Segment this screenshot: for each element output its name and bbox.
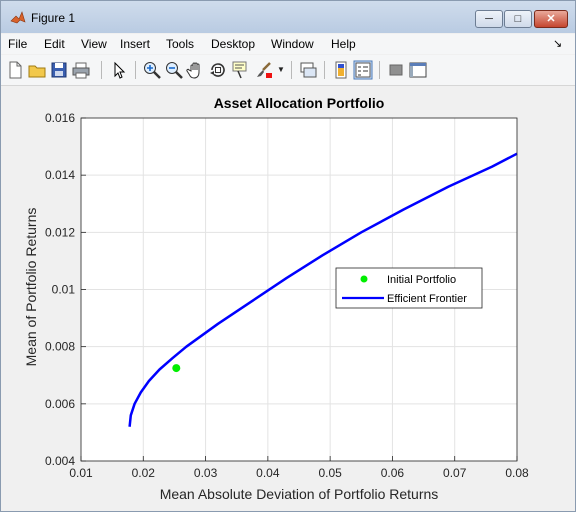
data-cursor-icon[interactable]	[230, 60, 250, 80]
insert-colorbar-icon[interactable]	[331, 60, 351, 80]
chart-title: Asset Allocation Portfolio	[214, 95, 385, 111]
menu-tools[interactable]: Tools	[166, 37, 194, 51]
toolbar-separator	[101, 61, 102, 79]
y-tick-label: 0.01	[52, 283, 76, 297]
legend-label-initial-portfolio: Initial Portfolio	[387, 274, 456, 286]
minimize-button[interactable]: ─	[475, 10, 503, 28]
legend-label-efficient-frontier: Efficient Frontier	[387, 293, 467, 305]
new-figure-icon[interactable]	[5, 60, 25, 80]
matlab-icon	[10, 11, 26, 24]
pan-hand-icon[interactable]	[186, 60, 206, 80]
x-tick-label: 0.08	[505, 466, 529, 480]
close-icon: ✕	[546, 13, 556, 25]
menu-bar: File Edit View Insert Tools Desktop Wind…	[1, 34, 575, 54]
show-plot-tools-icon[interactable]	[408, 60, 428, 80]
toolbar-separator	[291, 61, 292, 79]
dock-figure-icon[interactable]: ↘	[553, 37, 562, 50]
y-tick-label: 0.016	[45, 111, 75, 125]
y-tick-label: 0.006	[45, 397, 75, 411]
x-tick-label: 0.07	[443, 466, 467, 480]
link-plot-icon[interactable]	[298, 60, 318, 80]
x-tick-label: 0.05	[318, 466, 342, 480]
toolbar-separator	[324, 61, 325, 79]
initial-portfolio-point	[172, 364, 181, 373]
y-axis-label: Mean of Portfolio Returns	[23, 208, 39, 367]
menu-view[interactable]: View	[81, 37, 107, 51]
open-file-icon[interactable]	[27, 60, 47, 80]
x-tick-label: 0.02	[132, 466, 156, 480]
edit-plot-arrow-icon[interactable]	[109, 60, 129, 80]
figure-window: Figure 1 ─ □ ✕ File Edit View Insert Too…	[0, 0, 576, 512]
menu-window[interactable]: Window	[271, 37, 314, 51]
x-tick-label: 0.04	[256, 466, 280, 480]
insert-legend-icon[interactable]	[353, 60, 373, 80]
y-tick-label: 0.012	[45, 225, 75, 239]
y-tick-label: 0.014	[45, 168, 75, 182]
close-button[interactable]: ✕	[534, 10, 568, 28]
x-tick-label: 0.01	[69, 466, 93, 480]
menu-insert[interactable]: Insert	[120, 37, 150, 51]
y-tick-label: 0.008	[45, 340, 75, 354]
y-tick-label: 0.004	[45, 454, 75, 468]
zoom-in-icon[interactable]	[142, 60, 162, 80]
menu-desktop[interactable]: Desktop	[211, 37, 255, 51]
menu-file[interactable]: File	[8, 37, 27, 51]
brush-icon[interactable]	[254, 60, 274, 80]
title-bar[interactable]: Figure 1 ─ □ ✕	[1, 1, 575, 33]
legend-marker-initial-portfolio	[360, 275, 368, 283]
minimize-icon: ─	[485, 13, 493, 25]
x-tick-label: 0.06	[381, 466, 405, 480]
toolbar-separator	[379, 61, 380, 79]
brush-dropdown-icon[interactable]: ▼	[277, 65, 285, 74]
x-tick-label: 0.03	[194, 466, 218, 480]
maximize-icon: □	[514, 13, 522, 25]
rotate-3d-icon[interactable]	[208, 60, 228, 80]
menu-edit[interactable]: Edit	[44, 37, 65, 51]
figure-toolbar: ▼	[1, 55, 575, 86]
hide-plot-tools-icon[interactable]	[386, 60, 406, 80]
save-icon[interactable]	[49, 60, 69, 80]
zoom-out-icon[interactable]	[164, 60, 184, 80]
print-icon[interactable]	[71, 60, 91, 80]
menu-help[interactable]: Help	[331, 37, 356, 51]
maximize-button[interactable]: □	[504, 10, 532, 28]
chart-svg: 0.01 0.02 0.03 0.04 0.05 0.06 0.07 0.080.0040.0…	[23, 95, 529, 502]
plot-area: 0.01 0.02 0.03 0.04 0.05 0.06 0.07 0.08 0.004 0.0…	[9, 87, 569, 507]
x-axis-label: Mean Absolute Deviation of Portfolio Ret…	[160, 486, 439, 502]
legend[interactable]: Initial Portfolio Efficient Frontier	[335, 267, 483, 309]
toolbar-separator	[135, 61, 136, 79]
window-title: Figure 1	[31, 11, 76, 25]
